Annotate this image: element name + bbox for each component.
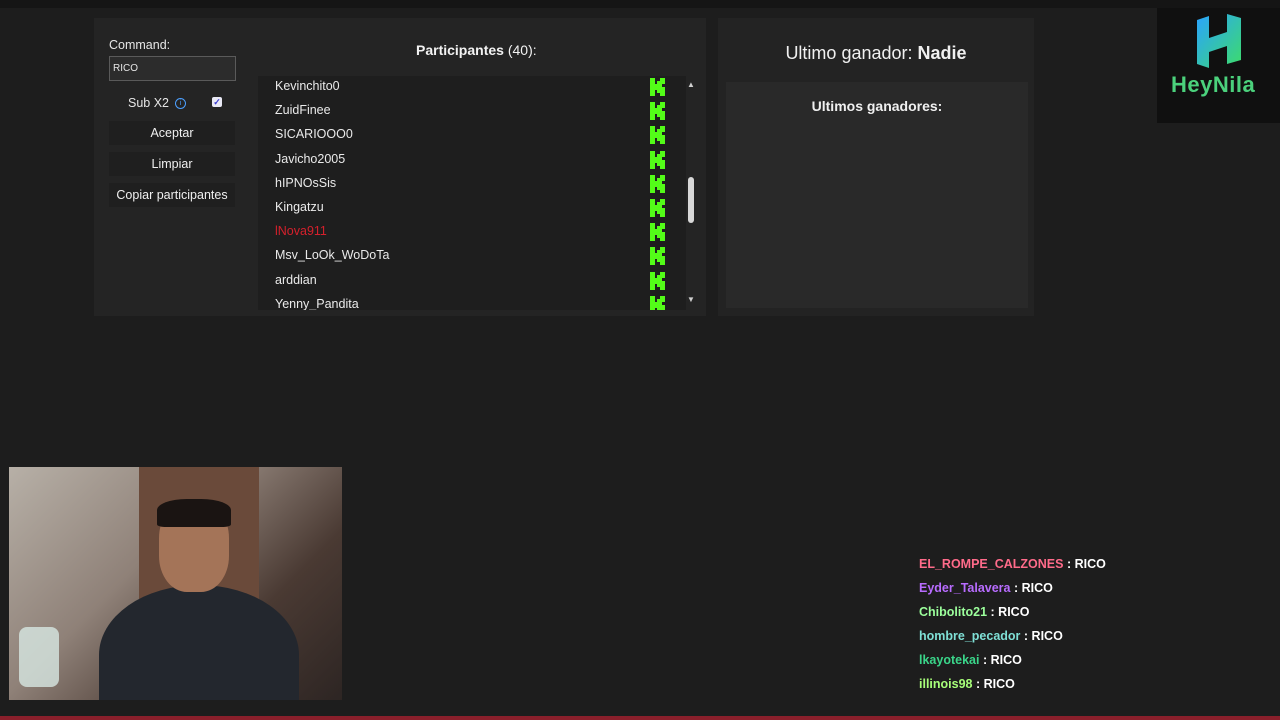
bottom-bar (0, 716, 1280, 720)
participant-row[interactable]: Yenny_Pandita (258, 294, 668, 310)
kick-icon (650, 102, 665, 121)
kick-icon (650, 247, 665, 266)
raffle-control-panel: Command: Sub X2 i ✓ Aceptar Limpiar Copi… (94, 18, 706, 316)
webcam-person-torso (99, 585, 299, 700)
logo-text: HeyNila (1171, 72, 1256, 97)
webcam-feed (9, 467, 342, 700)
participants-title-label: Participantes (416, 42, 504, 58)
info-icon[interactable]: i (175, 97, 187, 109)
command-input[interactable] (109, 56, 236, 81)
participant-name: Msv_LoOk_WoDoTa (275, 248, 390, 263)
chat-text: : RICO (1023, 629, 1063, 643)
copiar-participantes-button[interactable]: Copiar participantes (109, 183, 235, 207)
chat-text: : RICO (975, 677, 1015, 691)
chat-username: EL_ROMPE_CALZONES (919, 557, 1064, 571)
participant-name: SICARIOOO0 (275, 127, 353, 142)
participant-name: ZuidFinee (275, 103, 331, 118)
participant-row[interactable]: Kevinchito0 (258, 76, 668, 100)
webcam-lamp (19, 627, 59, 687)
chat-username: lkayotekai (919, 653, 980, 667)
chat-username: Eyder_Talavera (919, 581, 1011, 595)
participant-name: Kevinchito0 (275, 79, 340, 93)
chat-overlay: EL_ROMPE_CALZONES : RICO Eyder_Talavera :… (919, 556, 1106, 700)
chat-text: : RICO (1013, 581, 1053, 595)
kick-icon (650, 271, 665, 290)
last-winner-name: Nadie (917, 43, 967, 63)
participant-name: arddian (275, 272, 317, 287)
aceptar-button[interactable]: Aceptar (109, 121, 235, 145)
participant-row[interactable]: hIPNOsSis (258, 173, 668, 197)
kick-icon (650, 223, 665, 242)
last-winners-box: Ultimos ganadores: (726, 82, 1028, 308)
sub-x2-label: Sub X2 (128, 96, 170, 110)
chat-username: Chibolito21 (919, 605, 988, 619)
last-winners-title: Ultimos ganadores: (811, 98, 943, 114)
participant-row[interactable]: Kingatzu (258, 197, 668, 221)
top-bar (0, 0, 1280, 8)
participants-count: (40): (507, 42, 537, 58)
participant-name: Javicho2005 (275, 151, 346, 166)
check-icon: ✓ (213, 97, 221, 107)
chat-username: hombre_pecador (919, 629, 1021, 643)
chat-message: illinois98 : RICO (919, 676, 1106, 700)
participant-row[interactable]: SICARIOOO0 (258, 124, 668, 148)
scrollbar-thumb[interactable] (688, 177, 694, 223)
chat-text: : RICO (990, 605, 1030, 619)
sub-x2-checkbox[interactable]: ✓ (212, 97, 222, 107)
participant-name: Kingatzu (275, 200, 324, 214)
participant-row[interactable]: Msv_LoOk_WoDoTa (258, 245, 668, 269)
kick-icon (650, 295, 665, 310)
kick-icon (650, 150, 665, 169)
kick-icon (650, 199, 665, 217)
participants-title: Participantes (40): (416, 42, 537, 58)
kick-icon (650, 126, 665, 145)
participant-row[interactable]: arddian (258, 270, 668, 294)
chat-message: Chibolito21 : RICO (919, 604, 1106, 628)
chat-text: : RICO (1066, 557, 1106, 571)
heynila-logo: HeyNila (1157, 8, 1280, 123)
winner-panel: Ultimo ganador: Nadie Ultimos ganadores: (718, 18, 1034, 316)
scroll-down-arrow-icon[interactable]: ▼ (687, 295, 695, 304)
command-label: Command: (109, 38, 171, 52)
last-winner: Ultimo ganador: Nadie (718, 43, 1034, 64)
participant-name: lNova911 (275, 224, 327, 239)
kick-icon (650, 174, 665, 193)
participant-row[interactable]: ZuidFinee (258, 100, 668, 124)
chat-message: hombre_pecador : RICO (919, 628, 1106, 652)
participant-row[interactable]: Javicho2005 (258, 149, 668, 173)
participant-name: hIPNOsSis (275, 175, 337, 190)
kick-icon (650, 78, 665, 96)
chat-message: Eyder_Talavera : RICO (919, 580, 1106, 604)
chat-username: illinois98 (919, 677, 973, 691)
participants-list[interactable]: Kevinchito0 ZuidFinee SICARIOOO0 Javicho200… (258, 76, 686, 310)
chat-message: EL_ROMPE_CALZONES : RICO (919, 556, 1106, 580)
limpiar-button[interactable]: Limpiar (109, 152, 235, 176)
last-winner-label: Ultimo ganador: (785, 43, 913, 63)
scroll-up-arrow-icon[interactable]: ▲ (687, 80, 695, 89)
sub-x2-option: Sub X2 i (128, 96, 187, 110)
chat-text: : RICO (982, 653, 1022, 667)
chat-message: lkayotekai : RICO (919, 652, 1106, 676)
webcam-person-hair (157, 499, 231, 527)
participant-row[interactable]: lNova911 (258, 221, 668, 245)
logo-h-icon (1197, 14, 1241, 68)
participant-name: Yenny_Pandita (275, 296, 359, 310)
